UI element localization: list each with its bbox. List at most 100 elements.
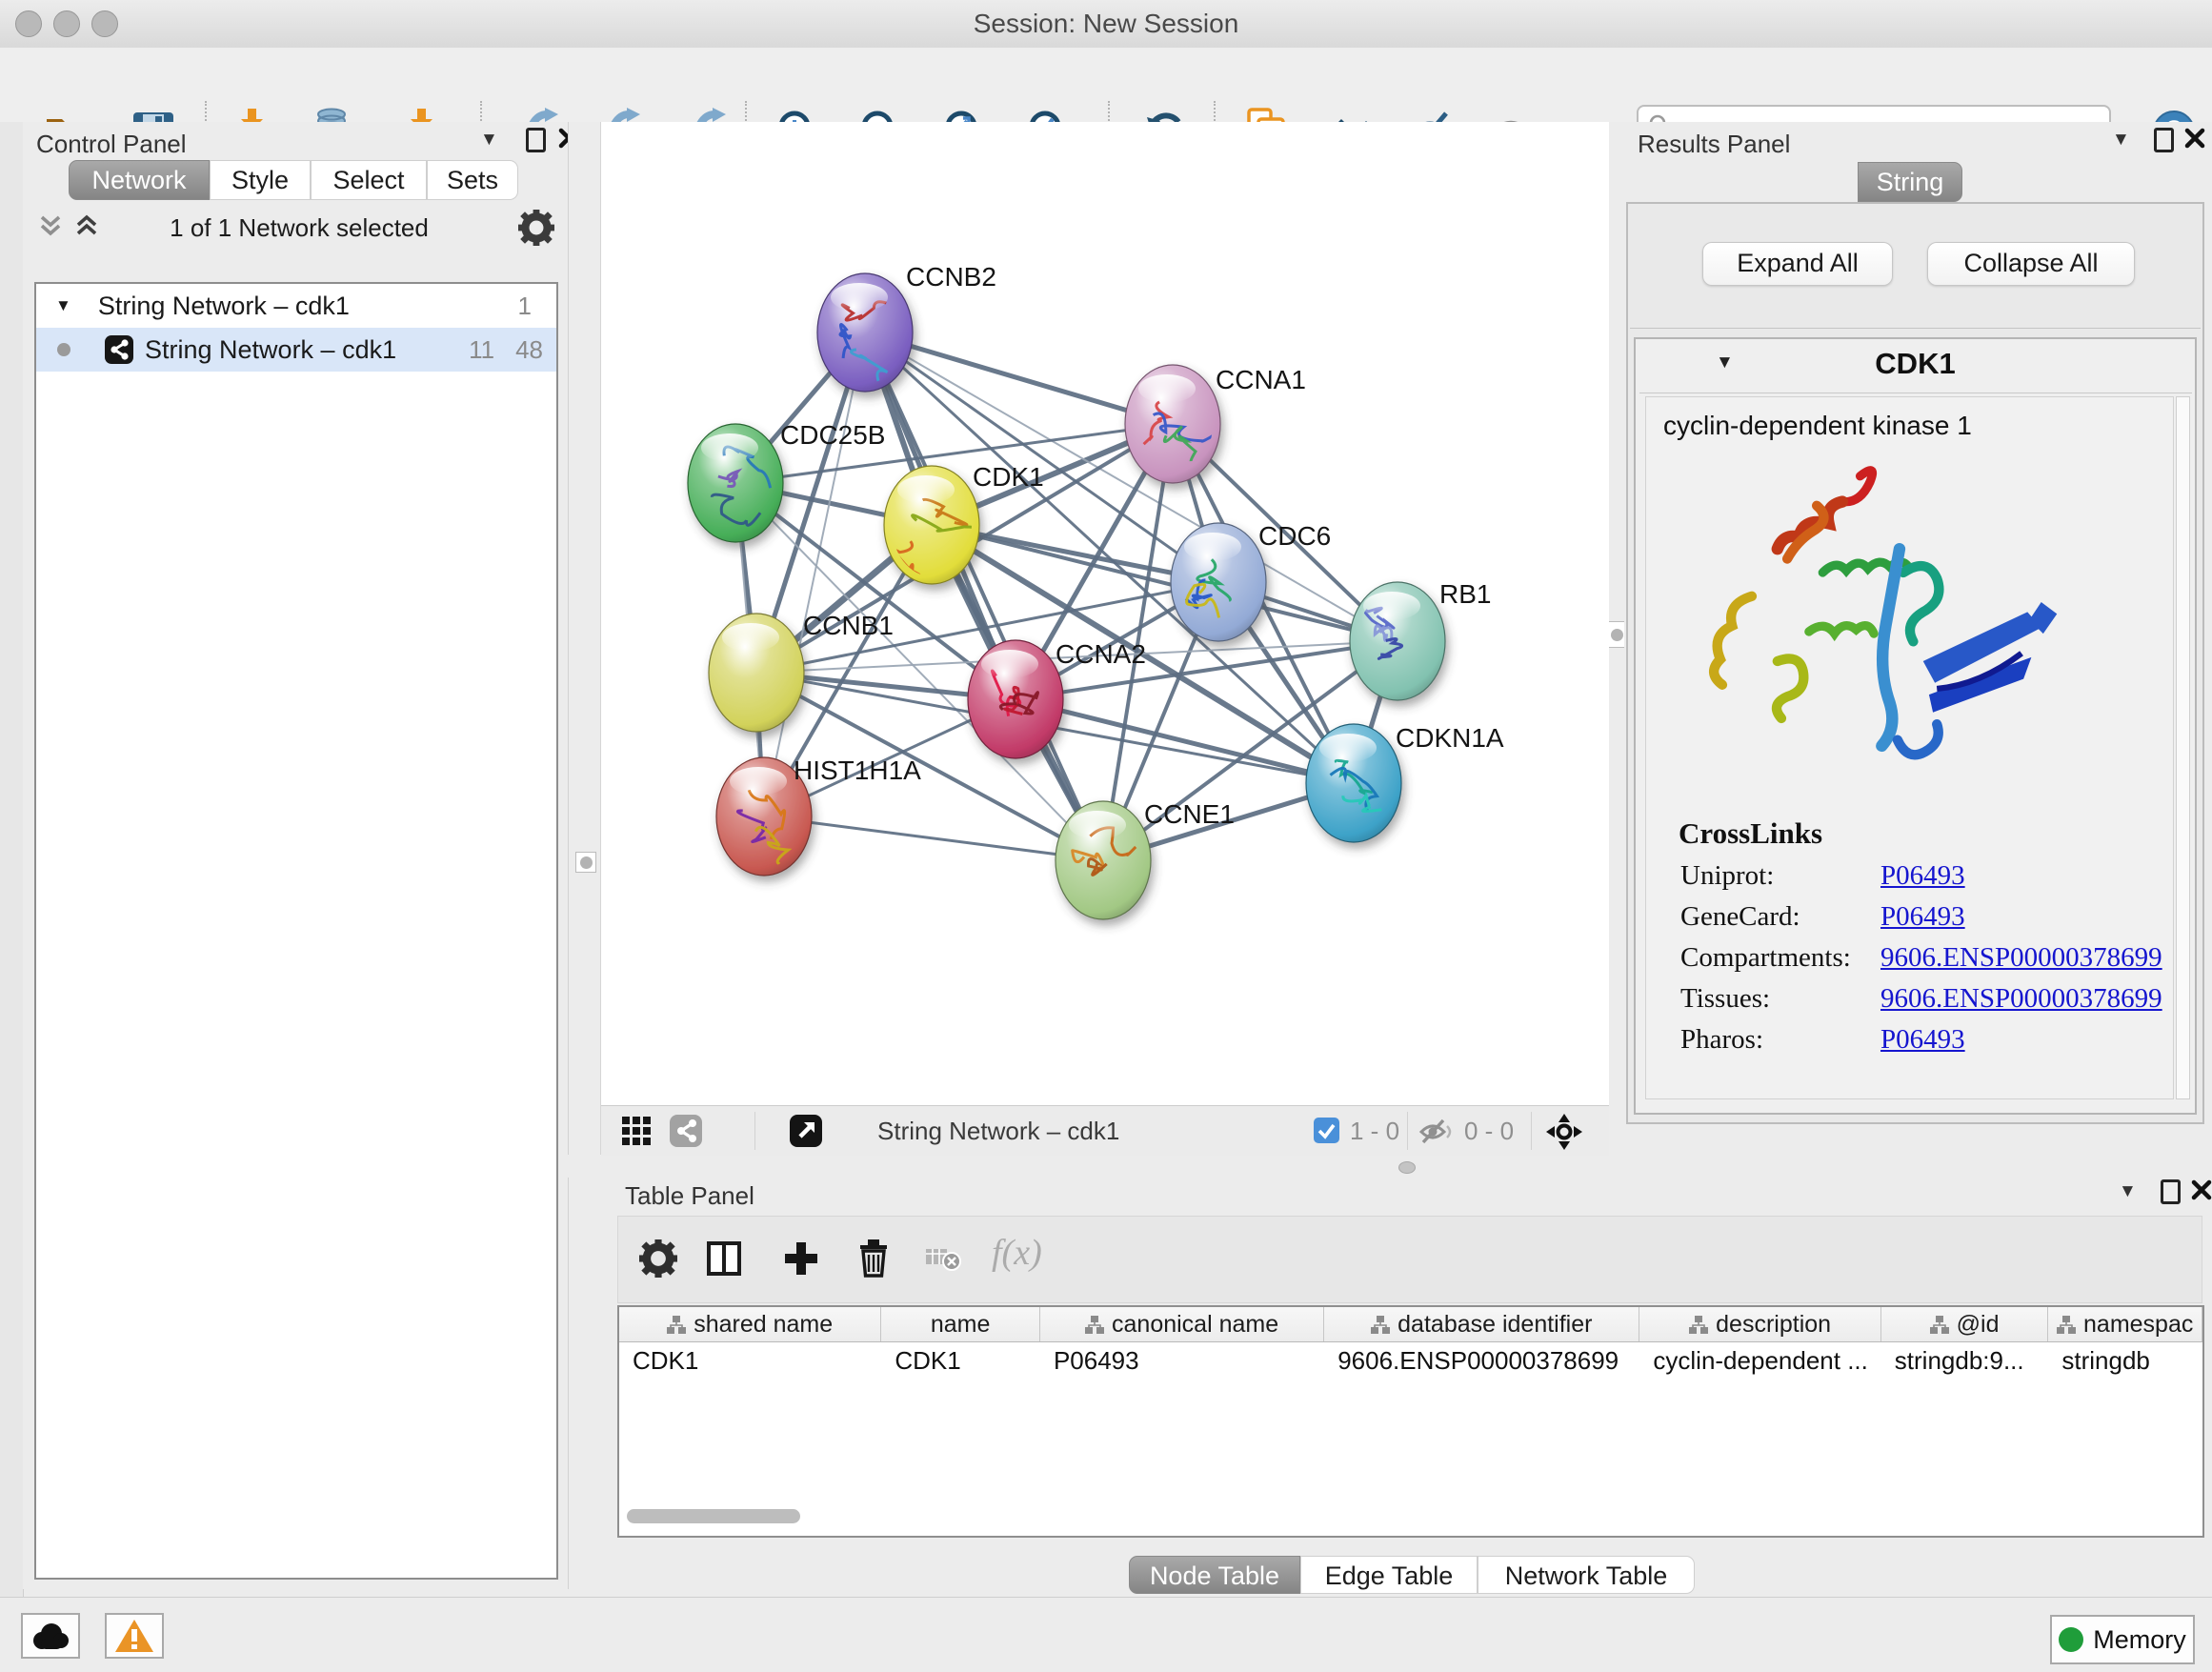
collection-label: String Network – cdk1 — [98, 292, 350, 321]
network-edge[interactable] — [764, 816, 1103, 860]
column-header-database-identifier[interactable]: database identifier — [1324, 1307, 1639, 1341]
table-panel-close-icon[interactable] — [2191, 1179, 2212, 1200]
warning-icon — [113, 1617, 155, 1655]
show-columns-icon[interactable] — [706, 1239, 744, 1278]
table-cell[interactable]: CDK1 — [619, 1342, 881, 1379]
control-panel-float-icon[interactable] — [526, 128, 546, 152]
crosslink-label: Uniprot: — [1680, 860, 1880, 892]
network-canvas[interactable]: CCNB2CCNA1CDC25BCDK1CDC6RB1CCNB1CCNA2CDK… — [601, 122, 1609, 1105]
crosslink-row: Pharos:P06493 — [1680, 1024, 2173, 1056]
cloud-button[interactable] — [21, 1613, 80, 1659]
results-scrollbar[interactable] — [2176, 396, 2190, 1099]
tab-sets[interactable]: Sets — [427, 160, 518, 200]
hidden-eye-icon[interactable] — [1418, 1118, 1457, 1146]
table-h-scrollbar-thumb[interactable] — [627, 1509, 800, 1523]
network-collection-row[interactable]: ▼ String Network – cdk1 1 — [36, 284, 556, 328]
table-cell[interactable]: CDK1 — [881, 1342, 1040, 1379]
crosslink-link[interactable]: 9606.ENSP00000378699 — [1880, 983, 2162, 1015]
network-row[interactable]: String Network – cdk1 11 48 — [36, 328, 556, 372]
crosslink-label: Compartments: — [1680, 942, 1880, 974]
horizontal-splitter[interactable] — [568, 1155, 2212, 1178]
tab-style[interactable]: Style — [210, 160, 311, 200]
results-panel-title: Results Panel — [1638, 130, 1790, 159]
add-column-icon[interactable] — [782, 1239, 820, 1278]
crosslink-link[interactable]: P06493 — [1880, 860, 1965, 892]
network-node-label: CDKN1A — [1396, 723, 1504, 753]
horizontal-splitter-handle[interactable] — [1398, 1161, 1416, 1174]
network-tree: ▼ String Network – cdk1 1 String Network… — [34, 282, 558, 1580]
results-panel-close-icon[interactable] — [2184, 128, 2205, 149]
network-node[interactable] — [1306, 724, 1401, 842]
column-type-icon — [1689, 1316, 1708, 1334]
table-cell[interactable]: P06493 — [1040, 1342, 1324, 1379]
expand-all-icon[interactable] — [72, 213, 105, 242]
grid-view-icon[interactable] — [622, 1117, 653, 1147]
memory-button[interactable]: Memory — [2050, 1615, 2195, 1664]
tab-edge-table[interactable]: Edge Table — [1300, 1556, 1478, 1594]
crosslink-label: GeneCard: — [1680, 901, 1880, 933]
left-splitter[interactable] — [568, 122, 602, 1589]
control-panel-menu-icon[interactable]: ▼ — [480, 130, 498, 151]
warning-button[interactable] — [105, 1613, 164, 1659]
delete-table-icon-disabled — [925, 1245, 965, 1274]
cdk1-details: cyclin-dependent kinase 1 — [1645, 396, 2174, 1099]
crosslink-row: Uniprot:P06493 — [1680, 860, 2173, 892]
tab-select[interactable]: Select — [311, 160, 427, 200]
network-node[interactable] — [688, 424, 783, 542]
collapse-all-button[interactable]: Collapse All — [1927, 242, 2135, 286]
table-cell[interactable]: stringdb:9... — [1881, 1342, 2049, 1379]
table-panel-float-icon[interactable] — [2161, 1179, 2181, 1204]
table-panel-menu-icon[interactable]: ▼ — [2119, 1181, 2137, 1202]
selected-checkbox[interactable] — [1314, 1118, 1339, 1143]
crosslink-label: Tissues: — [1680, 983, 1880, 1015]
column-header-namespac[interactable]: namespac — [2048, 1307, 2202, 1341]
window-left-edge — [0, 122, 24, 1671]
title-bar: Session: New Session — [0, 0, 2212, 49]
network-node[interactable] — [1056, 801, 1151, 919]
gear-icon[interactable] — [518, 210, 554, 246]
network-selection-status: 1 of 1 Network selected — [118, 213, 480, 243]
crosslink-link[interactable]: P06493 — [1880, 901, 1965, 933]
table-cell[interactable]: cyclin-dependent ... — [1639, 1342, 1880, 1379]
tab-string[interactable]: String — [1858, 162, 1962, 202]
tab-network-table[interactable]: Network Table — [1478, 1556, 1695, 1594]
string-results-box: Expand All Collapse All ▼ CDK1 cyclin-de… — [1626, 202, 2204, 1124]
collection-expand-icon[interactable]: ▼ — [55, 296, 71, 315]
column-header-name[interactable]: name — [881, 1307, 1040, 1341]
network-node[interactable] — [817, 273, 913, 392]
crosslink-link[interactable]: 9606.ENSP00000378699 — [1880, 942, 2162, 974]
network-node[interactable] — [1350, 582, 1445, 700]
network-view-panel: CCNB2CCNA1CDC25BCDK1CDC6RB1CCNB1CCNA2CDK… — [600, 122, 1609, 1155]
network-node-label: CDC25B — [780, 420, 885, 450]
fit-selection-icon[interactable] — [1544, 1112, 1584, 1152]
tab-node-table[interactable]: Node Table — [1129, 1556, 1300, 1594]
delete-column-icon[interactable] — [855, 1238, 893, 1278]
table-row[interactable]: CDK1CDK1P064939606.ENSP00000378699cyclin… — [619, 1342, 2202, 1379]
open-in-window-icon[interactable] — [790, 1115, 822, 1147]
expand-all-button[interactable]: Expand All — [1702, 242, 1893, 286]
column-header-canonical-name[interactable]: canonical name — [1040, 1307, 1324, 1341]
column-header--id[interactable]: @id — [1881, 1307, 2049, 1341]
network-node[interactable] — [968, 640, 1063, 758]
results-panel-menu-icon[interactable]: ▼ — [2112, 130, 2130, 151]
crosslink-link[interactable]: P06493 — [1880, 1024, 1965, 1056]
table-cell[interactable]: 9606.ENSP00000378699 — [1324, 1342, 1639, 1379]
network-node[interactable] — [1125, 365, 1220, 483]
network-node[interactable] — [1171, 523, 1266, 641]
table-settings-gear-icon[interactable] — [639, 1239, 677, 1278]
column-type-icon — [2057, 1316, 2076, 1334]
crosslink-row: Tissues:9606.ENSP00000378699 — [1680, 983, 2173, 1015]
column-header-description[interactable]: description — [1639, 1307, 1880, 1341]
network-edge[interactable] — [764, 332, 865, 816]
network-node[interactable] — [709, 614, 804, 732]
network-status-dot — [57, 343, 70, 356]
collapse-all-icon[interactable] — [36, 213, 69, 242]
crosslinks-title: CrossLinks — [1679, 816, 2173, 851]
results-panel-float-icon[interactable] — [2154, 128, 2174, 152]
tab-network[interactable]: Network — [69, 160, 210, 200]
protein-structure-image — [1692, 454, 2111, 809]
table-cell[interactable]: stringdb — [2048, 1342, 2202, 1379]
network-share-view-icon[interactable] — [670, 1115, 702, 1147]
column-header-shared-name[interactable]: shared name — [619, 1307, 881, 1341]
left-splitter-handle[interactable] — [575, 852, 596, 873]
